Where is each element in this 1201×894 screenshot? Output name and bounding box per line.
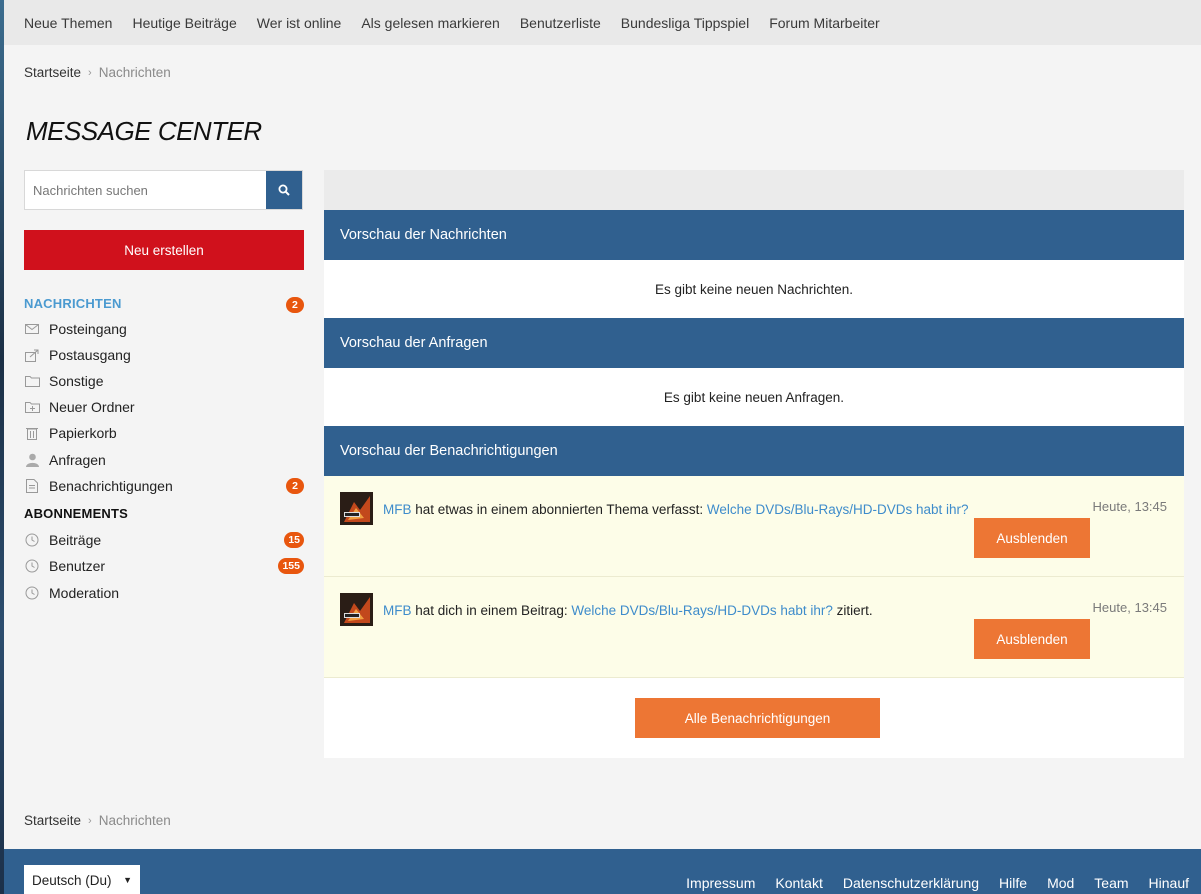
avatar[interactable] xyxy=(340,492,373,525)
notification-user-link[interactable]: MFB xyxy=(383,603,412,618)
breadcrumb: Startseite › Nachrichten xyxy=(24,65,171,80)
user-icon xyxy=(24,452,40,468)
sidebar-item-label: Anfragen xyxy=(49,452,106,468)
notification-suffix: zitiert. xyxy=(832,603,873,618)
sidebar-item-new-folder[interactable]: Neuer Ordner xyxy=(24,396,304,418)
top-navigation: Neue Themen Heutige Beiträge Wer ist onl… xyxy=(4,0,1201,45)
footer-link-team[interactable]: Team xyxy=(1094,875,1128,891)
footer-link-imprint[interactable]: Impressum xyxy=(686,875,755,891)
sidebar-item-posts[interactable]: Beiträge 15 xyxy=(24,529,304,551)
hide-notification-button[interactable]: Ausblenden xyxy=(974,619,1090,659)
breadcrumb-current: Nachrichten xyxy=(98,813,171,828)
footer-link-mod[interactable]: Mod xyxy=(1047,875,1074,891)
language-select[interactable]: Deutsch (Du) ▼ xyxy=(24,865,140,894)
footer-link-top[interactable]: Hinauf xyxy=(1149,875,1189,891)
nav-new-topics[interactable]: Neue Themen xyxy=(24,15,112,31)
breadcrumb-home[interactable]: Startseite xyxy=(24,65,81,80)
nav-forum-staff[interactable]: Forum Mitarbeiter xyxy=(769,15,879,31)
subscriptions-heading: ABONNEMENTS xyxy=(24,506,129,521)
footer-link-help[interactable]: Hilfe xyxy=(999,875,1027,891)
outbox-icon xyxy=(24,347,40,363)
search-icon xyxy=(278,184,290,196)
footer-link-contact[interactable]: Kontakt xyxy=(775,875,822,891)
trash-icon xyxy=(24,425,40,441)
requests-panel-header: Vorschau der Anfragen xyxy=(324,318,1184,368)
hide-notification-button[interactable]: Ausblenden xyxy=(974,518,1090,558)
content-toolbar xyxy=(324,170,1184,210)
notification-thread-link[interactable]: Welche DVDs/Blu-Rays/HD-DVDs habt ihr? xyxy=(707,502,969,517)
sidebar-item-label: Sonstige xyxy=(49,373,104,389)
footer-links: Impressum Kontakt Datenschutzerklärung H… xyxy=(666,875,1201,891)
sidebar-item-moderation[interactable]: Moderation xyxy=(24,582,304,604)
all-notifications-button[interactable]: Alle Benachrichtigungen xyxy=(635,698,880,738)
sidebar-item-users[interactable]: Benutzer 155 xyxy=(24,555,304,577)
notification-item: MFB hat etwas in einem abonnierten Thema… xyxy=(324,476,1184,577)
sidebar-item-notifications[interactable]: Benachrichtigungen 2 xyxy=(24,475,304,497)
avatar[interactable] xyxy=(340,593,373,626)
caret-down-icon: ▼ xyxy=(123,875,132,885)
sidebar-item-label: Neuer Ordner xyxy=(49,399,135,415)
messages-count-badge: 2 xyxy=(286,297,304,313)
messages-panel-header: Vorschau der Nachrichten xyxy=(324,210,1184,260)
notification-message: hat etwas in einem abonnierten Thema ver… xyxy=(411,502,707,517)
sidebar-item-label: Benachrichtigungen xyxy=(49,478,173,494)
notification-user-link[interactable]: MFB xyxy=(383,502,412,517)
search-button[interactable] xyxy=(266,171,302,209)
sidebar-item-inbox[interactable]: Posteingang xyxy=(24,318,304,340)
messages-heading-label: NACHRICHTEN xyxy=(24,296,122,311)
notifications-panel-header: Vorschau der Benachrichtigungen xyxy=(324,426,1184,476)
nav-today-posts[interactable]: Heutige Beiträge xyxy=(132,15,236,31)
chevron-right-icon: › xyxy=(88,814,92,827)
footer: Deutsch (Du) ▼ Impressum Kontakt Datensc… xyxy=(4,849,1201,894)
sidebar-item-other[interactable]: Sonstige xyxy=(24,370,304,392)
new-folder-icon xyxy=(24,399,40,415)
clock-icon xyxy=(24,585,40,601)
nav-mark-read[interactable]: Als gelesen markieren xyxy=(361,15,500,31)
nav-member-list[interactable]: Benutzerliste xyxy=(520,15,601,31)
sidebar-item-label: Papierkorb xyxy=(49,425,117,441)
sidebar-item-requests[interactable]: Anfragen xyxy=(24,449,304,471)
page: Neue Themen Heutige Beiträge Wer ist onl… xyxy=(4,0,1201,894)
nav-who-online[interactable]: Wer ist online xyxy=(257,15,342,31)
chevron-right-icon: › xyxy=(88,66,92,79)
sidebar-item-label: Postausgang xyxy=(49,347,131,363)
sidebar-item-label: Beiträge xyxy=(49,532,102,548)
message-center-content: Vorschau der Nachrichten Es gibt keine n… xyxy=(324,170,1184,758)
language-value: Deutsch (Du) xyxy=(32,872,112,888)
folder-icon xyxy=(24,373,40,389)
document-icon xyxy=(24,478,40,494)
sidebar-item-label: Posteingang xyxy=(49,321,127,337)
nav-bundesliga[interactable]: Bundesliga Tippspiel xyxy=(621,15,749,31)
breadcrumb-current: Nachrichten xyxy=(98,65,171,80)
notifications-count-badge: 2 xyxy=(286,478,304,494)
breadcrumb-footer: Startseite › Nachrichten xyxy=(24,813,171,828)
sidebar-item-outbox[interactable]: Postausgang xyxy=(24,344,304,366)
posts-count-badge: 15 xyxy=(284,532,304,548)
inbox-icon xyxy=(24,321,40,337)
sidebar-item-label: Benutzer xyxy=(49,558,106,574)
breadcrumb-home[interactable]: Startseite xyxy=(24,813,81,828)
search-input[interactable] xyxy=(25,171,266,209)
users-count-badge: 155 xyxy=(278,558,304,574)
notification-time: Heute, 13:45 xyxy=(1092,499,1167,514)
search-box xyxy=(24,170,303,210)
requests-empty-text: Es gibt keine neuen Anfragen. xyxy=(663,389,845,405)
clock-icon xyxy=(24,558,40,574)
notification-time: Heute, 13:45 xyxy=(1092,600,1167,615)
page-title: MESSAGE CENTER xyxy=(26,116,262,146)
messages-heading[interactable]: NACHRICHTEN 2 xyxy=(24,296,304,313)
notification-text: MFB hat dich in einem Beitrag: Welche DV… xyxy=(383,603,873,618)
notification-item: MFB hat dich in einem Beitrag: Welche DV… xyxy=(324,577,1184,678)
new-message-button[interactable]: Neu erstellen xyxy=(24,230,304,270)
messages-empty-text: Es gibt keine neuen Nachrichten. xyxy=(654,281,854,297)
notification-text: MFB hat etwas in einem abonnierten Thema… xyxy=(383,502,969,517)
sidebar-item-trash[interactable]: Papierkorb xyxy=(24,422,304,444)
clock-icon xyxy=(24,532,40,548)
notification-message: hat dich in einem Beitrag: xyxy=(411,603,572,618)
notification-thread-link[interactable]: Welche DVDs/Blu-Rays/HD-DVDs habt ihr? xyxy=(571,603,833,618)
sidebar-item-label: Moderation xyxy=(49,585,120,601)
footer-link-privacy[interactable]: Datenschutzerklärung xyxy=(843,875,979,891)
